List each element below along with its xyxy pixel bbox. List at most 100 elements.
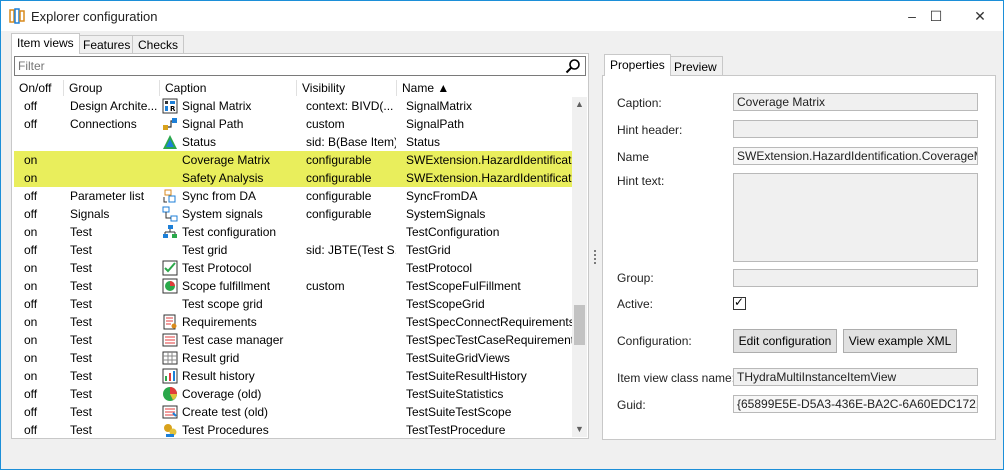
column-header-name[interactable]: Name ▲ <box>397 80 572 96</box>
svg-text:R: R <box>170 105 176 113</box>
table-row[interactable]: off Test Test Procedures TestTestProcedure <box>14 421 572 437</box>
table-row[interactable]: off Test Create test (old) TestSuiteTestSco… <box>14 403 572 421</box>
caption-cell: Sync from DA <box>182 189 257 203</box>
app-icon <box>9 8 25 24</box>
table-row[interactable]: on Test Requirements TestSpecConnectRequire… <box>14 313 572 331</box>
hint-header-label: Hint header: <box>617 123 683 137</box>
hint-text-field[interactable] <box>733 173 978 262</box>
table-row[interactable]: on Safety Analysis configurable SWExtension… <box>14 169 572 187</box>
result-history-icon <box>162 367 180 385</box>
onoff-cell: off <box>24 189 38 203</box>
close-button[interactable]: ✕ <box>957 1 1003 31</box>
caption-cell: Result history <box>182 369 255 383</box>
onoff-cell: off <box>24 423 38 437</box>
coverage-icon <box>162 385 180 403</box>
visibility-cell: configurable <box>306 171 372 185</box>
name-cell: TestGrid <box>406 243 451 257</box>
caption-field[interactable]: Coverage Matrix <box>733 93 978 111</box>
table-row[interactable]: on Test Test case manager TestSpecTestCaseR… <box>14 331 572 349</box>
visibility-cell <box>306 259 396 277</box>
visibility-cell: custom <box>306 279 345 293</box>
onoff-cell: off <box>24 387 38 401</box>
item-view-class-name-field[interactable]: THydraMultiInstanceItemView <box>733 368 978 386</box>
group-cell: Test <box>70 387 93 401</box>
table-row[interactable]: Status sid: B(Base Item) Status <box>14 133 572 151</box>
column-header-onoff[interactable]: On/off <box>14 80 64 96</box>
group-field[interactable] <box>733 269 978 287</box>
scroll-up-icon[interactable]: ▲ <box>572 97 587 112</box>
view-example-xml-button[interactable]: View example XML <box>843 329 957 353</box>
group-cell: Test <box>70 261 93 275</box>
visibility-cell: configurable <box>306 189 372 203</box>
visibility-cell <box>306 313 396 331</box>
result-grid-icon <box>162 349 180 367</box>
table-row[interactable]: off Parameter list Sync from DA configurabl… <box>14 187 572 205</box>
scroll-down-icon[interactable]: ▼ <box>572 422 587 437</box>
table-row[interactable]: on Test Test configuration TestConfiguratio… <box>14 223 572 241</box>
hint-text-label: Hint text: <box>617 174 665 188</box>
name-cell: TestTestProcedure <box>406 423 506 437</box>
tab-checks[interactable]: Checks <box>132 35 185 53</box>
filter-input[interactable] <box>15 57 555 75</box>
edit-configuration-button[interactable]: Edit configuration <box>733 329 837 353</box>
table-row[interactable]: on Test Test Protocol TestProtocol <box>14 259 572 277</box>
visibility-cell <box>306 421 396 437</box>
tab-item-views[interactable]: Item views <box>11 33 80 54</box>
group-cell: Test <box>70 351 93 365</box>
column-header-visibility[interactable]: Visibility <box>297 80 397 96</box>
grid-header: On/off Group Caption Visibility Name ▲ <box>14 80 586 96</box>
column-header-group[interactable]: Group <box>64 80 160 96</box>
details-panel: Properties Preview Caption: Coverage Mat… <box>602 54 996 440</box>
name-cell: SWExtension.HazardIdentificatio <box>406 171 572 185</box>
tab-preview[interactable]: Preview <box>668 56 723 75</box>
maximize-button[interactable]: ☐ <box>913 1 959 31</box>
item-views-grid: off Design Archite... R Signal Matrix contex… <box>14 97 572 437</box>
name-cell: TestSuiteResultHistory <box>406 369 527 383</box>
column-header-caption[interactable]: Caption <box>160 80 297 96</box>
table-row[interactable]: off Connections Signal Path custom SignalPat… <box>14 115 572 133</box>
group-cell <box>70 169 160 187</box>
caption-cell: Coverage Matrix <box>182 153 271 167</box>
sync-icon <box>162 187 180 205</box>
caption-cell: Test Procedures <box>182 423 269 437</box>
table-row[interactable]: off Signals System signals configurable Syst… <box>14 205 572 223</box>
visibility-cell <box>306 295 396 313</box>
active-checkbox[interactable]: ✓ <box>733 295 746 310</box>
name-cell: TestSpecConnectRequirements <box>406 315 572 329</box>
table-row[interactable]: on Test Result history TestSuiteResultHisto… <box>14 367 572 385</box>
caption-cell: Result grid <box>182 351 240 365</box>
group-cell <box>70 151 160 169</box>
scope-fulfillment-icon <box>162 277 180 295</box>
name-cell: TestConfiguration <box>406 225 500 239</box>
table-row[interactable]: on Test Scope fulfillment custom TestScopeFu… <box>14 277 572 295</box>
splitter-grip-icon[interactable] <box>593 249 597 265</box>
table-row[interactable]: on Coverage Matrix configurable SWExtension… <box>14 151 572 169</box>
hint-header-field[interactable] <box>733 120 978 138</box>
name-field[interactable]: SWExtension.HazardIdentification.Coverag… <box>733 147 978 165</box>
onoff-cell: off <box>24 297 38 311</box>
table-row[interactable]: off Test Test grid sid: JBTE(Test S... TestG… <box>14 241 572 259</box>
table-row[interactable]: off Design Archite... R Signal Matrix contex… <box>14 97 572 115</box>
table-row[interactable]: off Test Coverage (old) TestSuiteStatistics <box>14 385 572 403</box>
tab-properties[interactable]: Properties <box>604 54 671 76</box>
signal-path-icon <box>162 115 180 133</box>
table-row[interactable]: on Test Result grid TestSuiteGridViews <box>14 349 572 367</box>
tab-features[interactable]: Features <box>77 35 137 53</box>
onoff-cell: off <box>24 99 38 113</box>
guid-field[interactable]: {65899E5E-D5A3-436E-BA2C-6A60EDC17210} <box>733 395 978 413</box>
vertical-scrollbar[interactable]: ▲ ▼ <box>572 97 587 437</box>
name-cell: SWExtension.HazardIdentificatio <box>406 153 572 167</box>
name-cell: SyncFromDA <box>406 189 478 203</box>
caption-cell: System signals <box>182 207 263 221</box>
search-icon[interactable] <box>565 58 581 74</box>
visibility-cell <box>306 385 396 403</box>
onoff-cell: on <box>24 261 38 275</box>
visibility-cell: sid: JBTE(Test S... <box>306 243 396 257</box>
name-cell: TestSuiteGridViews <box>406 351 510 365</box>
requirements-icon <box>162 313 180 331</box>
title-bar: Explorer configuration – ☐ ✕ <box>1 1 1003 31</box>
scrollbar-thumb[interactable] <box>574 305 585 345</box>
onoff-cell: on <box>24 171 38 185</box>
test-procedures-icon <box>162 421 180 437</box>
table-row[interactable]: off Test Test scope grid TestScopeGrid <box>14 295 572 313</box>
